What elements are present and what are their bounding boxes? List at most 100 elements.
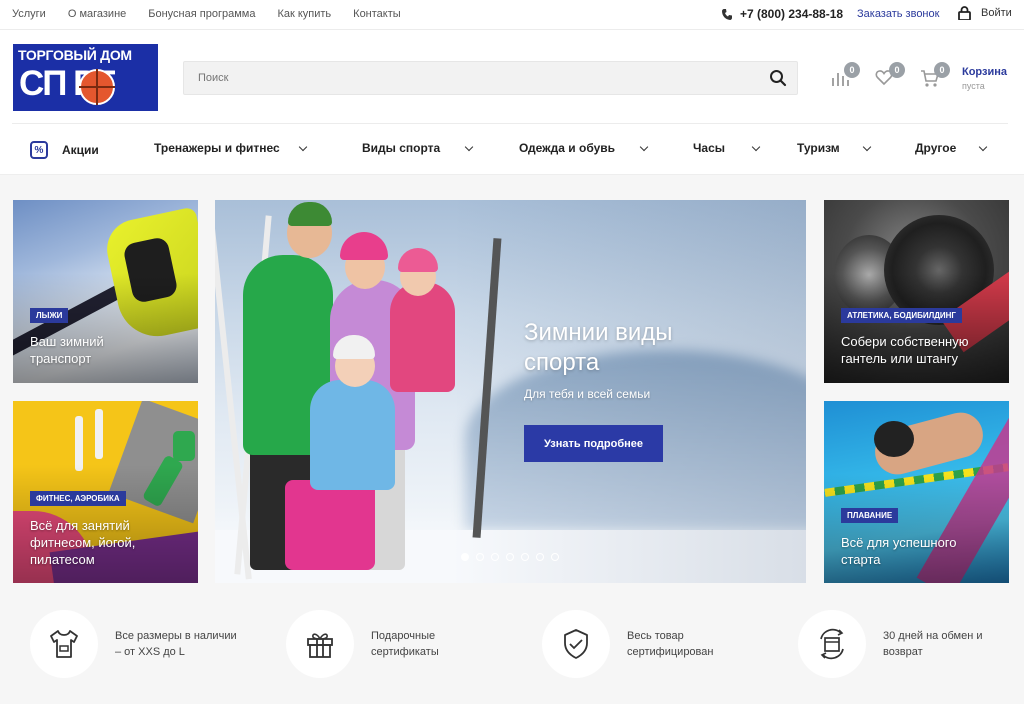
nav-item-other[interactable]: Другое bbox=[915, 141, 988, 155]
favorites-count-badge: 0 bbox=[889, 62, 905, 78]
feature-text: Подарочные сертификаты bbox=[371, 628, 506, 660]
cart-count-badge: 0 bbox=[934, 62, 950, 78]
tile-caption: Ваш зимний транспорт bbox=[30, 333, 104, 367]
tile-tag: Фитнес, аэробика bbox=[30, 491, 126, 506]
chevron-down-icon bbox=[751, 142, 761, 151]
feature-icon-circle bbox=[542, 610, 610, 678]
top-link-services[interactable]: Услуги bbox=[12, 8, 46, 20]
slider-dot[interactable] bbox=[461, 553, 469, 561]
feature-text-line: сертификаты bbox=[371, 646, 439, 658]
feature-text: Весь товар сертифицирован bbox=[627, 628, 762, 660]
tile-caption-line: Собери собственную bbox=[841, 334, 969, 349]
callback-link[interactable]: Заказать звонок bbox=[857, 8, 939, 20]
compare-count-badge: 0 bbox=[844, 62, 860, 78]
nav-item-label: Туризм bbox=[797, 141, 840, 155]
nav-item-tourism[interactable]: Туризм bbox=[797, 141, 871, 155]
tile-caption: Всё для успешного старта bbox=[841, 534, 956, 568]
hero-title: Зимнии виды спорта bbox=[524, 318, 754, 378]
cart-label: Корзина bbox=[962, 66, 1007, 78]
slider-dot[interactable] bbox=[536, 553, 544, 561]
category-tile-ski[interactable]: Лыжи Ваш зимний транспорт bbox=[13, 200, 198, 383]
tile-caption-line: Ваш зимний bbox=[30, 334, 104, 349]
feature-text-line: Весь товар bbox=[627, 630, 684, 642]
nav-item-fitness[interactable]: Тренажеры и фитнес bbox=[154, 141, 307, 155]
feature-text: 30 дней на обмен и возврат bbox=[883, 628, 1018, 660]
tile-caption: Всё для занятий фитнесом, йогой, пилатес… bbox=[30, 517, 135, 568]
hero-title-line: Зимнии виды bbox=[524, 319, 673, 346]
feature-icon-circle bbox=[30, 610, 98, 678]
top-links: Услуги О магазине Бонусная программа Как… bbox=[12, 8, 401, 20]
slider-dot[interactable] bbox=[476, 553, 484, 561]
top-link-contacts[interactable]: Контакты bbox=[353, 8, 401, 20]
box-return-icon bbox=[820, 628, 844, 660]
phone-number: +7 (800) 234-88-18 bbox=[740, 7, 844, 21]
chevron-down-icon bbox=[639, 142, 649, 151]
feature-text-line: 30 дней на обмен и bbox=[883, 630, 983, 642]
nav-item-label: Часы bbox=[693, 141, 726, 155]
feature-text-line: – от XXS до L bbox=[115, 646, 185, 658]
login-button[interactable]: Войти bbox=[958, 6, 1012, 20]
top-bar: Услуги О магазине Бонусная программа Как… bbox=[0, 0, 1024, 30]
feature-icon-circle bbox=[798, 610, 866, 678]
phone-icon bbox=[722, 8, 732, 20]
nav-item-label: Тренажеры и фитнес bbox=[154, 141, 280, 155]
tile-caption-line: старта bbox=[841, 552, 881, 567]
nav-item-label: Одежда и обувь bbox=[519, 141, 616, 155]
hero-overlay bbox=[215, 200, 806, 583]
feature-gift-cards: Подарочные сертификаты bbox=[286, 610, 506, 678]
feature-certified: Весь товар сертифицирован bbox=[542, 610, 762, 678]
logo[interactable]: ТОРГОВЫЙ ДОМ СП РТ bbox=[13, 44, 158, 111]
hero-subtitle: Для тебя и всей семьи bbox=[524, 387, 651, 401]
percent-icon: % bbox=[30, 141, 48, 159]
slider-dot[interactable] bbox=[506, 553, 514, 561]
nav-item-label: Виды спорта bbox=[362, 141, 441, 155]
nav-item-sports[interactable]: Виды спорта bbox=[362, 141, 474, 155]
compare-button[interactable]: 0 bbox=[830, 62, 860, 90]
feature-sizes: Все размеры в наличии – от XXS до L bbox=[30, 610, 250, 678]
feature-return: 30 дней на обмен и возврат bbox=[798, 610, 1018, 678]
tile-caption-line: гантель или штангу bbox=[841, 351, 959, 366]
search-bar bbox=[183, 61, 798, 95]
search-icon[interactable] bbox=[769, 69, 787, 87]
nav-item-promo[interactable]: % Акции bbox=[30, 141, 99, 159]
category-tile-fitness[interactable]: Фитнес, аэробика Всё для занятий фитнесо… bbox=[13, 401, 198, 583]
cart-summary[interactable]: Корзина пуста bbox=[962, 66, 1007, 91]
tile-caption: Собери собственную гантель или штангу bbox=[841, 333, 968, 367]
favorites-button[interactable]: 0 bbox=[875, 62, 905, 90]
hero-slider[interactable] bbox=[215, 200, 806, 583]
feature-text: Все размеры в наличии – от XXS до L bbox=[115, 628, 250, 660]
logo-line1: ТОРГОВЫЙ ДОМ bbox=[18, 47, 132, 63]
chevron-down-icon bbox=[862, 142, 871, 151]
hero-learn-more-button[interactable]: Узнать подробнее bbox=[524, 425, 663, 462]
tile-tag: Атлетика, бодибилдинг bbox=[841, 308, 962, 323]
main-nav: % Акции Тренажеры и фитнес Виды спорта О… bbox=[12, 123, 1008, 173]
nav-item-watches[interactable]: Часы bbox=[693, 141, 761, 155]
shield-check-icon bbox=[564, 629, 588, 659]
chevron-down-icon bbox=[464, 142, 474, 151]
feature-text-line: Подарочные bbox=[371, 630, 436, 642]
slider-dots bbox=[461, 553, 559, 561]
cart-button[interactable]: 0 bbox=[920, 62, 950, 90]
tile-caption-line: пилатесом bbox=[30, 552, 95, 567]
phone[interactable]: +7 (800) 234-88-18 bbox=[722, 7, 843, 21]
chevron-down-icon bbox=[979, 142, 988, 151]
tile-caption-line: фитнесом, йогой, bbox=[30, 535, 136, 550]
chevron-down-icon bbox=[298, 142, 307, 151]
lock-icon bbox=[958, 6, 971, 20]
search-input[interactable] bbox=[184, 62, 744, 94]
tile-caption-line: Всё для успешного bbox=[841, 535, 957, 550]
tshirt-size-icon bbox=[50, 630, 78, 658]
category-tile-swimming[interactable]: Плавание Всё для успешного старта bbox=[824, 401, 1009, 583]
nav-item-clothing[interactable]: Одежда и обувь bbox=[519, 141, 649, 155]
tile-caption-line: Всё для занятий bbox=[30, 518, 130, 533]
top-link-about[interactable]: О магазине bbox=[68, 8, 126, 20]
top-link-how-to-buy[interactable]: Как купить bbox=[277, 8, 331, 20]
slider-dot[interactable] bbox=[491, 553, 499, 561]
gift-icon bbox=[307, 633, 333, 658]
slider-dot[interactable] bbox=[521, 553, 529, 561]
slider-dot[interactable] bbox=[551, 553, 559, 561]
feature-text-line: возврат bbox=[883, 646, 923, 658]
top-link-bonus[interactable]: Бонусная программа bbox=[148, 8, 255, 20]
category-tile-athletics[interactable]: Атлетика, бодибилдинг Собери собственную… bbox=[824, 200, 1009, 383]
tile-caption-line: транспорт bbox=[30, 351, 92, 366]
